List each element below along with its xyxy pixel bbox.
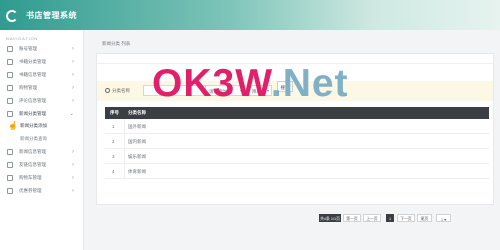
prev-page-button[interactable]: 上一页 <box>363 214 381 222</box>
chevron-right-icon: › <box>72 162 74 168</box>
folder-icon <box>7 162 13 168</box>
folder-icon <box>7 111 13 117</box>
sidebar-item-cart[interactable]: 购物车管理 › <box>0 172 84 184</box>
column-divider <box>124 119 125 134</box>
refresh-logo-icon <box>6 9 18 22</box>
folder-icon <box>7 72 13 78</box>
sidebar-item-book-info[interactable]: 书籍信息管理 › <box>0 69 84 81</box>
first-page-button[interactable]: 第一页 <box>343 214 361 222</box>
folder-icon <box>7 175 13 181</box>
sidebar: NAVIGATION 账号管理 › 书籍分类管理 › 书籍信息管理 › 购物管理… <box>0 30 84 250</box>
top-bar: 书店管理系统 <box>0 0 500 30</box>
sidebar-item-label: 新闻信息管理 <box>19 149 46 154</box>
chevron-right-icon: › <box>72 175 74 181</box>
next-page-button[interactable]: 下一页 <box>397 214 415 222</box>
brand[interactable]: 书店管理系统 <box>6 8 77 23</box>
chevron-right-icon: › <box>72 72 74 78</box>
sidebar-item-label: 友链信息管理 <box>19 162 46 167</box>
column-divider <box>124 164 125 179</box>
table-row[interactable]: 1 国外新闻 <box>105 119 489 134</box>
hand-cursor-icon: ☝ <box>8 121 18 130</box>
sidebar-item-label: 购物管理 <box>19 85 37 90</box>
chevron-right-icon: › <box>72 188 74 194</box>
sidebar-item-news-categories[interactable]: 新闻分类管理 ⌄ <box>0 108 84 120</box>
folder-icon <box>7 149 13 155</box>
sidebar-item-label: 书籍分类管理 <box>19 59 46 64</box>
current-page[interactable]: 1 <box>386 214 394 222</box>
table-header: 序号 分类名称 <box>105 107 489 119</box>
pagination-summary: 共4条 1/1页 <box>319 214 341 222</box>
row-category-name: 娱乐新闻 <box>128 154 146 159</box>
watermark-part1: OK3W <box>152 62 271 105</box>
table-row[interactable]: 2 国内新闻 <box>105 134 489 149</box>
chevron-right-icon: › <box>72 59 74 65</box>
last-page-button[interactable]: 尾页 <box>417 214 432 222</box>
sidebar-item-coupons[interactable]: 优惠券管理 › <box>0 185 84 197</box>
page-select-value: 1 <box>440 217 444 222</box>
table-row[interactable]: 3 娱乐新闻 <box>105 149 489 164</box>
column-divider <box>124 149 125 164</box>
sidebar-item-label: 书籍信息管理 <box>19 72 46 77</box>
search-icon <box>105 88 110 93</box>
row-index: 2 <box>112 139 115 144</box>
table-row[interactable]: 4 体育新闻 <box>105 164 489 179</box>
sidebar-item-label: 评论信息管理 <box>19 98 46 103</box>
watermark-part2: .Net <box>270 62 349 105</box>
folder-icon <box>7 98 13 104</box>
folder-icon <box>7 46 13 52</box>
sidebar-item-news-info[interactable]: 新闻信息管理 › <box>0 146 84 158</box>
sidebar-item-book-categories[interactable]: 书籍分类管理 › <box>0 56 84 68</box>
sidebar-item-purchases[interactable]: 购物管理 › <box>0 82 84 94</box>
row-index: 3 <box>112 154 115 159</box>
sidebar-item-label: 账号管理 <box>19 46 37 51</box>
chevron-right-icon: › <box>72 46 74 52</box>
sidebar-item-label: 购物车管理 <box>19 175 42 180</box>
chevron-down-icon: ⌄ <box>68 111 74 117</box>
nav-heading: NAVIGATION <box>6 36 39 41</box>
sidebar-item-label: 优惠券管理 <box>19 188 42 193</box>
row-category-name: 体育新闻 <box>128 169 146 174</box>
folder-icon <box>7 85 13 91</box>
sidebar-item-accounts[interactable]: 账号管理 › <box>0 43 84 55</box>
sidebar-item-label: 新闻分类管理 <box>19 111 46 116</box>
chevron-right-icon: › <box>72 98 74 104</box>
folder-icon <box>7 59 13 65</box>
page-select[interactable]: 1 ▾ <box>436 214 451 222</box>
folder-icon <box>7 188 13 194</box>
sidebar-subitem-label: 新闻分类添加 <box>20 123 47 128</box>
column-divider <box>124 134 125 149</box>
chevron-right-icon: › <box>72 149 74 155</box>
watermark: OK3W.Net <box>152 62 349 106</box>
sidebar-item-links[interactable]: 友链信息管理 › <box>0 159 84 171</box>
row-index: 1 <box>112 124 115 129</box>
sidebar-item-comments[interactable]: 评论信息管理 › <box>0 95 84 107</box>
sidebar-subitem-add-news-category[interactable]: ☝ 新闻分类添加 <box>0 120 84 131</box>
search-label: 分类名称 <box>112 88 130 93</box>
column-header-index[interactable]: 序号 <box>110 110 119 116</box>
row-category-name: 国外新闻 <box>128 124 146 129</box>
row-category-name: 国内新闻 <box>128 139 146 144</box>
sidebar-subitem-label: 新闻分类查询 <box>20 136 47 141</box>
chevron-right-icon: › <box>72 85 74 91</box>
column-header-category[interactable]: 分类名称 <box>128 110 146 116</box>
breadcrumb: 新闻分类 列表 <box>102 41 131 46</box>
sidebar-subitem-query-news-category[interactable]: 新闻分类查询 <box>0 133 84 144</box>
app-title: 书店管理系统 <box>26 11 77 20</box>
row-index: 4 <box>112 169 115 174</box>
